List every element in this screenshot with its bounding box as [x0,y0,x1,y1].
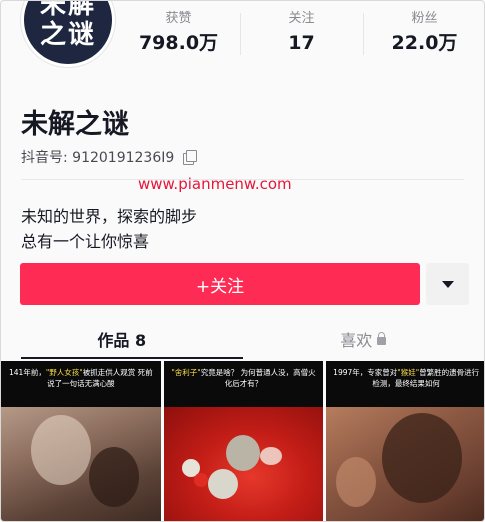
video-caption: 141年前，"野人女孩"被抓走供人观赏 死前说了一句话无满心酸 [1,361,161,407]
stat-value: 17 [288,32,315,54]
bio: 未知的世界，探索的脚步 总有一个让你惊喜 [21,204,197,254]
stats-bar: 获赞 798.0万 关注 17 粉丝 22.0万 [117,1,484,65]
caption-text: 究竟是啥？ 为何普通人没，高僧火化后才有？ [200,368,316,388]
video-caption: 1997年，专家曾对"猴娃"曾繁胜的遗骨进行检测，最终结果如何 [326,361,484,407]
lock-icon [377,332,387,345]
video-thumbnail[interactable]: "舍利子"究竟是啥？ 为何普通人没，高僧火化后才有？ [163,361,324,521]
video-grid: 141年前，"野人女孩"被抓走供人观赏 死前说了一句话无满心酸 "舍利子"究竟是… [1,361,484,521]
avatar-text: 未解 [39,0,96,20]
follow-button[interactable]: +关注 [20,263,420,305]
watermark-text: www.pianmenw.com [138,175,292,193]
stat-value: 798.0万 [138,32,219,54]
stat-label: 获赞 [165,11,192,26]
video-image [163,407,324,521]
caret-down-icon [441,280,454,288]
tab-label: 作品 8 [97,331,147,350]
video-image [1,407,161,521]
profile-page: 未解 之谜 获赞 798.0万 关注 17 粉丝 22.0万 未解之谜 抖音号:… [0,0,485,522]
tab-likes[interactable]: 喜欢 [243,319,485,359]
tab-label: 喜欢 [340,331,373,350]
video-thumbnail[interactable]: 1997年，专家曾对"猴娃"曾繁胜的遗骨进行检测，最终结果如何 [326,361,484,521]
tab-works[interactable]: 作品 8 [1,319,243,359]
stat-label: 关注 [288,11,315,26]
profile-name: 未解之谜 [21,109,129,140]
stat-value: 22.0万 [391,32,458,54]
stat-followers[interactable]: 粉丝 22.0万 [363,1,484,65]
avatar[interactable]: 未解 之谜 [21,0,115,67]
video-image [326,407,484,521]
video-caption: "舍利子"究竟是啥？ 为何普通人没，高僧火化后才有？ [163,361,324,407]
bio-line: 未知的世界，探索的脚步 [21,207,198,226]
caption-highlight: "野人女孩" [45,368,83,377]
more-options-button[interactable] [426,263,469,305]
stat-following[interactable]: 关注 17 [240,1,363,65]
caption-text: 141年前， [9,368,46,377]
account-id-row: 抖音号: 9120191236I9 [21,147,198,167]
stat-likes[interactable]: 获赞 798.0万 [117,1,240,65]
copy-icon[interactable] [182,150,198,165]
bio-line: 总有一个让你惊喜 [21,232,150,251]
stat-label: 粉丝 [411,11,438,26]
content-tabs: 作品 8 喜欢 [1,319,484,359]
account-id: 抖音号: 9120191236I9 [21,150,175,166]
caption-highlight: "舍利子" [171,368,201,377]
caption-text: 1997年，专家曾对 [333,368,398,377]
caption-highlight: "猴娃" [397,368,420,377]
avatar-text: 之谜 [39,20,96,50]
video-thumbnail[interactable]: 141年前，"野人女孩"被抓走供人观赏 死前说了一句话无满心酸 [1,361,161,521]
